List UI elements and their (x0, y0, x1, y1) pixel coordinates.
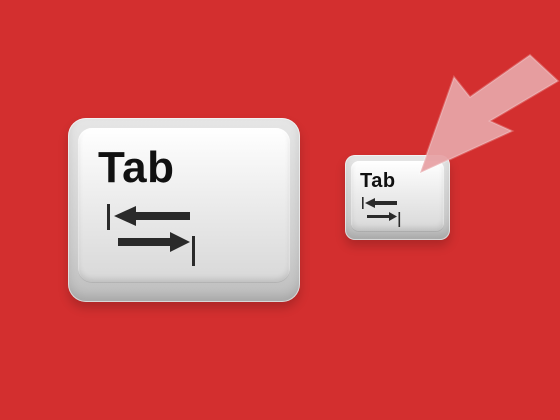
tab-key-small-label: Tab (360, 170, 396, 192)
tab-key-large-label: Tab (98, 143, 175, 192)
tab-arrows-icon (107, 204, 195, 266)
pointer-arrow-shape (418, 53, 560, 175)
pointer-arrow-icon (418, 53, 560, 175)
tab-right-arrow (367, 212, 397, 221)
tab-key-large-face: Tab (78, 128, 290, 282)
tab-key-large: Tab (68, 118, 300, 302)
tab-arrows-icon (362, 197, 401, 227)
tab-left-bar (107, 204, 110, 230)
tab-right-arrow (118, 232, 190, 252)
tab-left-arrow (114, 206, 190, 226)
tab-left-arrow (365, 198, 397, 208)
tab-left-bar (362, 197, 364, 209)
tab-right-bar (398, 212, 401, 227)
tab-right-bar (192, 236, 195, 266)
